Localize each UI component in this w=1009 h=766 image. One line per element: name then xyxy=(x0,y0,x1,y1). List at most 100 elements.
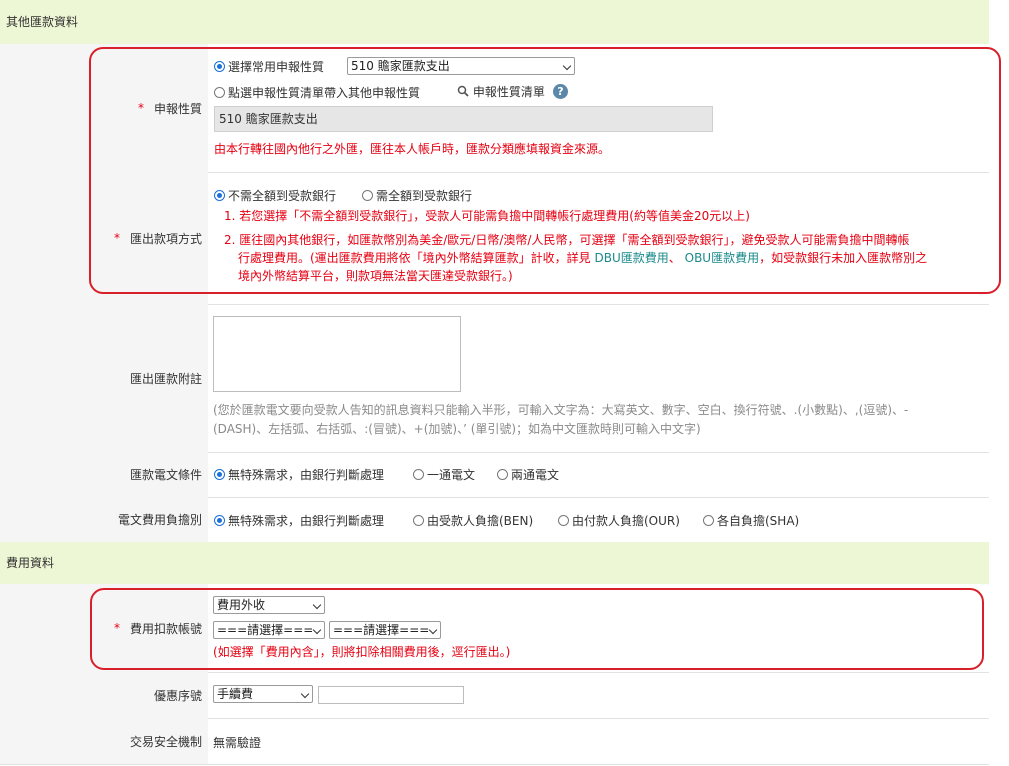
chevron-down-icon xyxy=(300,689,310,699)
declaration-display-field: 510 贍家匯款支出 xyxy=(214,106,713,132)
declaration-common-label: 選擇常用申報性質 xyxy=(228,60,325,74)
radio-common-declaration[interactable] xyxy=(214,61,225,72)
payment-method-label: 匯出款項方式 xyxy=(129,231,202,246)
telegram-option-3[interactable]: 兩通電文 xyxy=(497,466,559,483)
remittance-note-label-cell: 匯出匯款附註 xyxy=(0,304,208,452)
payment-note-2c: ，如受款銀行未加入匯款幣別之 xyxy=(759,251,928,265)
declaration-select[interactable]: 510 贍家匯款支出 xyxy=(347,57,575,75)
fee-currency-select-value: ===請選擇=== xyxy=(217,623,314,637)
radio-telegram-3[interactable] xyxy=(497,469,508,480)
fee-account-row: * 費用扣款帳號 費用外收 ===請選擇=== ===請選擇=== (如選擇「費… xyxy=(0,584,989,673)
payment-note-2d: 境內外幣結算平台，則款項無法當天匯達受款銀行。) xyxy=(238,269,513,283)
help-icon-glyph: ? xyxy=(557,85,564,98)
required-mark: * xyxy=(137,101,144,115)
fee-bearer-option-1-label: 無特殊需求，由銀行判斷處理 xyxy=(228,514,385,528)
radio-fee-bearer-4[interactable] xyxy=(703,515,714,526)
radio-list-declaration[interactable] xyxy=(214,87,225,98)
security-label-cell: 交易安全機制 xyxy=(0,718,208,764)
fee-bearer-label-cell: 電文費用負擔別 xyxy=(0,497,208,542)
radio-no-full[interactable] xyxy=(214,190,225,201)
declaration-content: 選擇常用申報性質 510 贍家匯款支出 點選申報性質清單帶入其他申報性質 申報性… xyxy=(208,44,989,172)
declaration-label-cell: * 申報性質 xyxy=(0,44,208,172)
discount-label-cell: 優惠序號 xyxy=(0,672,208,718)
fee-bearer-option-2-label: 由受款人負擔(BEN) xyxy=(427,514,534,528)
fee-currency-select[interactable]: ===請選擇=== xyxy=(213,621,325,639)
radio-fee-bearer-2[interactable] xyxy=(413,515,424,526)
option-no-full-label: 不需全額到受款銀行 xyxy=(228,189,337,203)
remittance-note-row: 匯出匯款附註 (您於匯款電文要向受款人告知的訊息資料只能輸入半形，可輸入文字為：… xyxy=(0,304,989,453)
option-full[interactable]: 需全額到受款銀行 xyxy=(362,187,472,204)
telegram-option-2-label: 一通電文 xyxy=(427,468,476,482)
option-no-full[interactable]: 不需全額到受款銀行 xyxy=(214,187,336,204)
declaration-note: 由本行轉往國內他行之外匯，匯往本人帳戶時，匯款分類應填報資金來源。 xyxy=(214,142,611,156)
telegram-option-1-label: 無特殊需求，由銀行判斷處理 xyxy=(228,468,385,482)
option-full-label: 需全額到受款銀行 xyxy=(376,189,473,203)
section-title-other: 其他匯款資料 xyxy=(6,15,79,29)
fee-bearer-option-1[interactable]: 無特殊需求，由銀行判斷處理 xyxy=(214,512,384,529)
chevron-down-icon xyxy=(312,625,322,635)
fee-bearer-label: 電文費用負擔別 xyxy=(117,513,202,527)
radio-fee-bearer-3[interactable] xyxy=(558,515,569,526)
telegram-row: 匯款電文條件 無特殊需求，由銀行判斷處理 一通電文 兩通電文 xyxy=(0,452,989,498)
fee-method-select-value: 費用外收 xyxy=(217,598,266,612)
chevron-down-icon xyxy=(428,625,438,635)
fee-bearer-option-4-label: 各自負擔(SHA) xyxy=(717,514,800,528)
telegram-option-3-label: 兩通電文 xyxy=(511,468,560,482)
telegram-option-2[interactable]: 一通電文 xyxy=(413,466,475,483)
discount-type-select-value: 手續費 xyxy=(217,687,254,701)
remittance-note-label: 匯出匯款附註 xyxy=(129,371,202,386)
telegram-label-cell: 匯款電文條件 xyxy=(0,452,208,497)
payment-method-label-cell: * 匯出款項方式 xyxy=(0,172,208,304)
section-header-other: 其他匯款資料 xyxy=(0,0,989,44)
chevron-down-icon xyxy=(562,61,572,71)
obu-fee-link[interactable]: OBU匯款費用 xyxy=(685,251,759,265)
fee-account-content: 費用外收 ===請選擇=== ===請選擇=== (如選擇「費用內含」，則將扣除… xyxy=(208,584,989,672)
declaration-display-value: 510 贍家匯款支出 xyxy=(219,112,318,126)
discount-type-select[interactable]: 手續費 xyxy=(213,685,313,703)
chevron-down-icon xyxy=(312,600,322,610)
declaration-list-label: 點選申報性質清單帶入其他申報性質 xyxy=(228,86,421,100)
fee-bearer-option-3-label: 由付款人負擔(OUR) xyxy=(572,514,680,528)
payment-note-2a: 2. 匯往國內其他銀行，如匯款幣別為美金/歐元/日幣/澳幣/人民幣，可選擇「需全… xyxy=(224,233,910,247)
discount-label: 優惠序號 xyxy=(153,688,202,703)
fee-account-note: (如選擇「費用內含」，則將扣除相關費用後，逕行匯出。) xyxy=(213,645,511,659)
security-value: 無需驗證 xyxy=(213,736,262,750)
required-mark: * xyxy=(113,231,120,245)
radio-telegram-2[interactable] xyxy=(413,469,424,480)
fee-bearer-content: 無特殊需求，由銀行判斷處理 由受款人負擔(BEN) 由付款人負擔(OUR) 各自… xyxy=(208,497,989,542)
fee-bearer-option-3[interactable]: 由付款人負擔(OUR) xyxy=(558,512,680,529)
payment-method-content: 不需全額到受款銀行 需全額到受款銀行 1. 若您選擇「不需全額到受款銀行」，受款… xyxy=(208,172,989,304)
security-row: 交易安全機制 無需驗證 xyxy=(0,718,989,765)
fee-bearer-option-4[interactable]: 各自負擔(SHA) xyxy=(703,512,799,529)
telegram-option-1[interactable]: 無特殊需求，由銀行判斷處理 xyxy=(214,466,384,483)
help-icon[interactable]: ? xyxy=(553,84,568,99)
fee-method-select[interactable]: 費用外收 xyxy=(213,596,325,614)
security-label: 交易安全機制 xyxy=(129,734,202,749)
discount-code-input[interactable] xyxy=(318,686,464,704)
discount-content: 手續費 xyxy=(208,672,989,718)
fee-account-select[interactable]: ===請選擇=== xyxy=(329,621,441,639)
fee-account-label: 費用扣款帳號 xyxy=(129,621,202,636)
remittance-note-content: (您於匯款電文要向受款人告知的訊息資料只能輸入半形，可輸入文字為：大寫英文、數字… xyxy=(208,304,989,452)
payment-note-2b: 行處理費用。(運出匯款費用將依「境內外幣結算匯款」計收，詳見 xyxy=(238,251,591,265)
radio-full[interactable] xyxy=(362,190,373,201)
telegram-label: 匯款電文條件 xyxy=(129,468,202,482)
remittance-note-hint-1: (您於匯款電文要向受款人告知的訊息資料只能輸入半形，可輸入文字為：大寫英文、數字… xyxy=(213,403,909,417)
dbu-fee-link[interactable]: DBU匯款費用 xyxy=(595,251,669,265)
security-content: 無需驗證 xyxy=(208,718,989,764)
declaration-common-option[interactable]: 選擇常用申報性質 xyxy=(214,58,324,75)
fee-bearer-option-2[interactable]: 由受款人負擔(BEN) xyxy=(413,512,533,529)
payment-note-1: 1. 若您選擇「不需全額到受款銀行」，受款人可能需負擔中間轉帳行處理費用(約等值… xyxy=(224,209,750,223)
remittance-note-hint-2: (DASH)、左括弧、右括弧、:(冒號)、+(加號)、’ (單引號)；如為中文匯… xyxy=(213,422,701,436)
discount-row: 優惠序號 手續費 xyxy=(0,672,989,719)
declaration-row: * 申報性質 選擇常用申報性質 510 贍家匯款支出 點選申報性質清單帶入其他申… xyxy=(0,44,989,173)
radio-telegram-1[interactable] xyxy=(214,469,225,480)
radio-fee-bearer-1[interactable] xyxy=(214,515,225,526)
declaration-list-option[interactable]: 點選申報性質清單帶入其他申報性質 xyxy=(214,84,420,101)
remittance-note-textarea[interactable] xyxy=(213,316,461,392)
declaration-list-link[interactable]: 申報性質清單 xyxy=(457,83,545,100)
declaration-label: 申報性質 xyxy=(153,101,202,116)
payment-note-sep: 、 xyxy=(668,251,681,265)
section-title-fee: 費用資料 xyxy=(6,556,55,570)
declaration-list-link-text: 申報性質清單 xyxy=(472,85,545,99)
